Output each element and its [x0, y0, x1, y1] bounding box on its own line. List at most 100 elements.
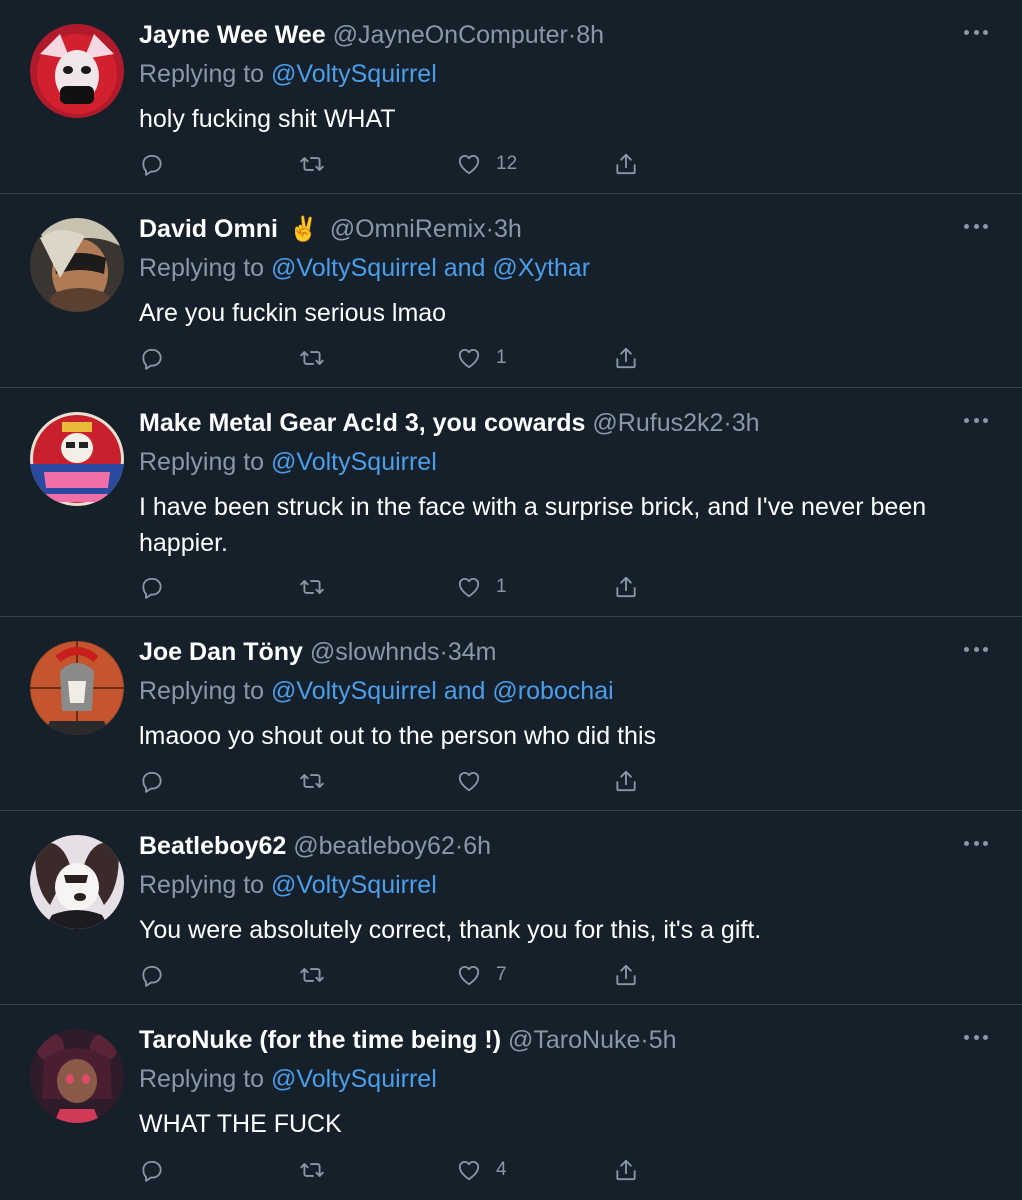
retweet-button[interactable]	[299, 343, 325, 373]
share-icon	[613, 151, 639, 177]
replying-to-label: Replying to	[139, 448, 265, 476]
reply-icon	[139, 345, 165, 371]
retweet-button[interactable]	[299, 766, 325, 796]
separator-dot: ·	[723, 409, 732, 437]
share-button[interactable]	[613, 1155, 639, 1185]
mention-link[interactable]: @VoltySquirrel	[271, 60, 437, 88]
share-button[interactable]	[613, 343, 639, 373]
tweet-actions: 12	[139, 149, 659, 179]
retweet-icon	[299, 574, 325, 600]
mention-link[interactable]: @Xythar	[492, 254, 590, 282]
avatar[interactable]	[30, 1029, 124, 1123]
reply-button[interactable]	[139, 343, 165, 373]
mention-link[interactable]: @VoltySquirrel	[271, 677, 437, 705]
victory-hand-emoji: ✌️	[288, 216, 319, 243]
share-button[interactable]	[613, 766, 639, 796]
display-name[interactable]: David Omni	[139, 215, 278, 243]
avatar[interactable]	[30, 412, 124, 506]
share-button[interactable]	[613, 149, 639, 179]
more-options-icon[interactable]	[964, 645, 988, 653]
reply-tweet[interactable]: Joe Dan Töny @slowhnds·34m Replying to @…	[0, 617, 1022, 811]
share-icon	[613, 962, 639, 988]
display-name[interactable]: Joe Dan Töny	[139, 638, 303, 666]
retweet-icon	[299, 962, 325, 988]
replying-to-label: Replying to	[139, 1065, 265, 1093]
tweet-text: Are you fuckin serious lmao	[139, 299, 447, 327]
reply-icon	[139, 151, 165, 177]
replying-to: Replying to @VoltySquirrel	[139, 1061, 992, 1097]
timestamp[interactable]: 3h	[494, 215, 522, 243]
separator-dot: ·	[485, 215, 494, 243]
reply-button[interactable]	[139, 572, 165, 602]
more-options-icon[interactable]	[964, 28, 988, 36]
display-name[interactable]: Make Metal Gear Ac!d 3, you cowards	[139, 409, 585, 437]
user-handle[interactable]: @slowhnds	[310, 638, 440, 666]
retweet-button[interactable]	[299, 149, 325, 179]
user-handle[interactable]: @OmniRemix	[330, 215, 486, 243]
tweet-actions: 1	[139, 343, 659, 373]
reply-button[interactable]	[139, 766, 165, 796]
mention-link[interactable]: @VoltySquirrel	[271, 871, 437, 899]
user-handle[interactable]: @JayneOnComputer	[333, 21, 568, 49]
mention-link[interactable]: @VoltySquirrel	[271, 1065, 437, 1093]
timestamp[interactable]: 34m	[448, 638, 497, 666]
reply-tweet[interactable]: TaroNuke (for the time being !) @TaroNuk…	[0, 1005, 1022, 1199]
reply-tweet[interactable]: Beatleboy62 @beatleboy62·6h Replying to …	[0, 811, 1022, 1005]
like-button[interactable]	[456, 766, 496, 796]
mention-link[interactable]: @VoltySquirrel	[271, 254, 437, 282]
tweet-header: Jayne Wee Wee @JayneOnComputer·8h	[139, 18, 992, 52]
more-options-icon[interactable]	[964, 1033, 988, 1041]
heart-icon	[456, 151, 482, 177]
like-button[interactable]: 1	[456, 572, 507, 602]
reply-tweet[interactable]: David Omni ✌️ @OmniRemix·3h Replying to …	[0, 194, 1022, 388]
display-name[interactable]: Beatleboy62	[139, 832, 286, 860]
retweet-button[interactable]	[299, 1155, 325, 1185]
reply-button[interactable]	[139, 149, 165, 179]
timestamp[interactable]: 3h	[732, 409, 760, 437]
heart-icon	[456, 1157, 482, 1183]
display-name[interactable]: Jayne Wee Wee	[139, 21, 326, 49]
like-button[interactable]: 4	[456, 1155, 507, 1185]
timestamp[interactable]: 8h	[576, 21, 604, 49]
separator-dot: ·	[439, 638, 448, 666]
more-options-icon[interactable]	[964, 839, 988, 847]
user-handle[interactable]: @Rufus2k2	[592, 409, 723, 437]
anime-character-avatar-icon	[30, 1029, 124, 1123]
avatar[interactable]	[30, 24, 124, 118]
reply-icon	[139, 574, 165, 600]
red-jester-avatar-icon	[30, 24, 124, 118]
more-options-icon[interactable]	[964, 222, 988, 230]
reply-tweet[interactable]: Make Metal Gear Ac!d 3, you cowards @Ruf…	[0, 388, 1022, 617]
avatar[interactable]	[30, 835, 124, 929]
avatar[interactable]	[30, 641, 124, 735]
reply-icon	[139, 1157, 165, 1183]
user-handle[interactable]: @TaroNuke	[508, 1026, 640, 1054]
avatar[interactable]	[30, 218, 124, 312]
mention-link[interactable]: @VoltySquirrel	[271, 448, 437, 476]
more-options-icon[interactable]	[964, 416, 988, 424]
tweet-text: lmaooo yo shout out to the person who di…	[139, 722, 656, 750]
display-name[interactable]: TaroNuke (for the time being !)	[139, 1026, 501, 1054]
like-count: 1	[496, 576, 507, 597]
reply-button[interactable]	[139, 960, 165, 990]
reply-tweet[interactable]: Jayne Wee Wee @JayneOnComputer·8h Replyi…	[0, 0, 1022, 194]
retweet-icon	[299, 1157, 325, 1183]
timestamp[interactable]: 6h	[463, 832, 491, 860]
timestamp[interactable]: 5h	[649, 1026, 677, 1054]
tweet-text: You were absolutely correct, thank you f…	[139, 916, 762, 944]
like-button[interactable]: 12	[456, 149, 517, 179]
mention-link[interactable]: @robochai	[492, 677, 613, 705]
tweet-header: Beatleboy62 @beatleboy62·6h	[139, 829, 992, 863]
reply-button[interactable]	[139, 1155, 165, 1185]
user-handle[interactable]: @beatleboy62	[293, 832, 455, 860]
retweet-button[interactable]	[299, 572, 325, 602]
share-button[interactable]	[613, 572, 639, 602]
mention-and: and	[443, 254, 486, 282]
like-button[interactable]: 1	[456, 343, 507, 373]
like-button[interactable]: 7	[456, 960, 507, 990]
tweet-actions	[139, 766, 659, 796]
retweet-button[interactable]	[299, 960, 325, 990]
separator-dot: ·	[567, 21, 577, 49]
share-button[interactable]	[613, 960, 639, 990]
like-count: 1	[496, 347, 507, 368]
